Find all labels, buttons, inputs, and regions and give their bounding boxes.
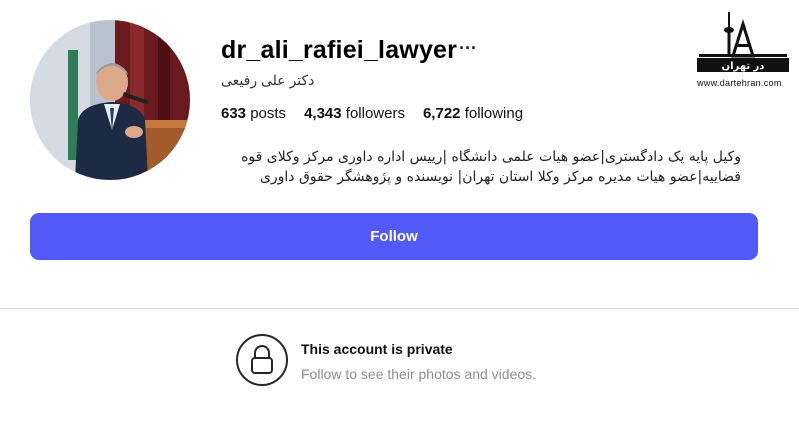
more-options-icon[interactable]: ···	[459, 38, 477, 59]
profile-bio: وکیل پایه یک دادگستری|عضو هیات علمی دانش…	[221, 147, 741, 187]
section-divider	[0, 308, 799, 309]
followers-stat[interactable]: 4,343 followers	[304, 105, 405, 122]
following-stat[interactable]: 6,722 following	[423, 105, 523, 122]
private-account-title: This account is private	[301, 341, 453, 357]
bio-line-2: قضاییه|عضو هیات مدیره مرکز وکلا استان ته…	[259, 169, 741, 185]
following-count: 6,722	[422, 105, 461, 122]
profile-username: dr_ali_rafiei_lawyer	[221, 36, 458, 64]
private-account-subtitle: Follow to see their photos and videos.	[301, 366, 537, 382]
lock-icon	[236, 334, 288, 386]
avatar-photo	[30, 20, 190, 180]
posts-stat: 633 posts	[221, 105, 286, 122]
svg-text:در تهران: در تهران	[722, 61, 765, 72]
posts-count: 633	[221, 105, 247, 122]
milad-tower-logo-icon: در تهران	[697, 12, 789, 72]
profile-stats: 633 posts 4,343 followers 6,722 followin…	[221, 105, 523, 122]
follow-button[interactable]: Follow	[30, 213, 758, 260]
bio-line-1: وکیل پایه یک دادگستری|عضو هیات علمی دانش…	[241, 149, 741, 165]
followers-label: followers	[345, 105, 405, 122]
followers-count: 4,343	[304, 105, 342, 122]
following-label: following	[464, 105, 524, 122]
profile-full-name: دکتر علی رفیعی	[221, 72, 315, 88]
watermark-url: www.dartehran.com	[697, 78, 782, 88]
posts-label: posts	[250, 105, 287, 122]
profile-avatar[interactable]	[30, 20, 190, 180]
